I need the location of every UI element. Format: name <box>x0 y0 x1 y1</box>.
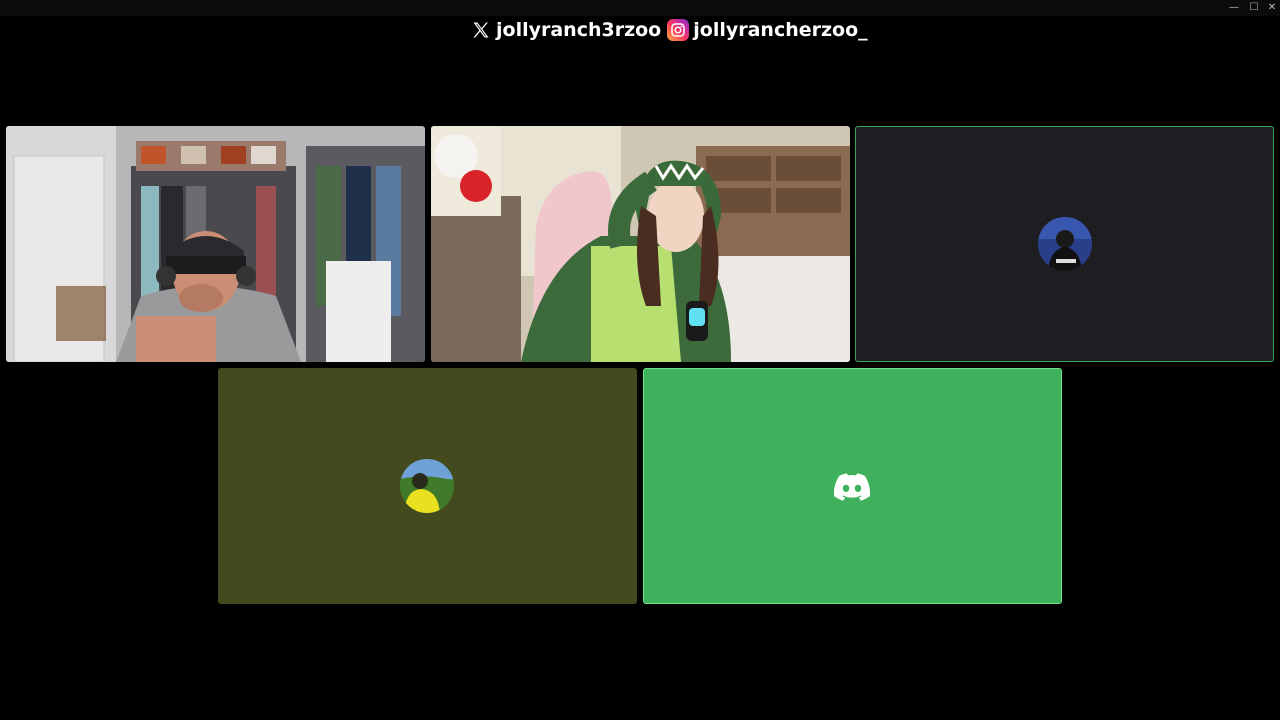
participant-tile-5[interactable] <box>643 368 1062 604</box>
video-tile-participant-2[interactable] <box>431 126 850 362</box>
instagram-handle: jollyrancherzoo_ <box>667 19 868 41</box>
window-titlebar: — ☐ ✕ <box>0 0 1280 16</box>
participant-tile-3[interactable] <box>855 126 1274 362</box>
webcam-video-feed <box>431 126 850 362</box>
x-handle-text: jollyranch3rzoo <box>496 19 662 41</box>
maximize-icon[interactable]: ☐ <box>1244 1 1264 15</box>
instagram-handle-text: jollyrancherzoo_ <box>693 19 868 41</box>
x-handle: jollyranch3rzoo <box>470 19 661 41</box>
participant-tile-4[interactable] <box>218 368 637 604</box>
instagram-logo-icon <box>667 19 690 41</box>
social-handles: jollyranch3rzoo jollyrancherzoo_ <box>470 16 874 44</box>
x-logo-icon <box>470 19 492 41</box>
close-icon[interactable]: ✕ <box>1262 1 1280 15</box>
participant-avatar <box>400 459 454 513</box>
webcam-video-feed <box>6 126 425 362</box>
minimize-icon[interactable]: — <box>1224 1 1244 15</box>
discord-logo-icon <box>834 473 870 501</box>
participant-avatar <box>1038 217 1092 271</box>
video-tile-participant-1[interactable] <box>6 126 425 362</box>
